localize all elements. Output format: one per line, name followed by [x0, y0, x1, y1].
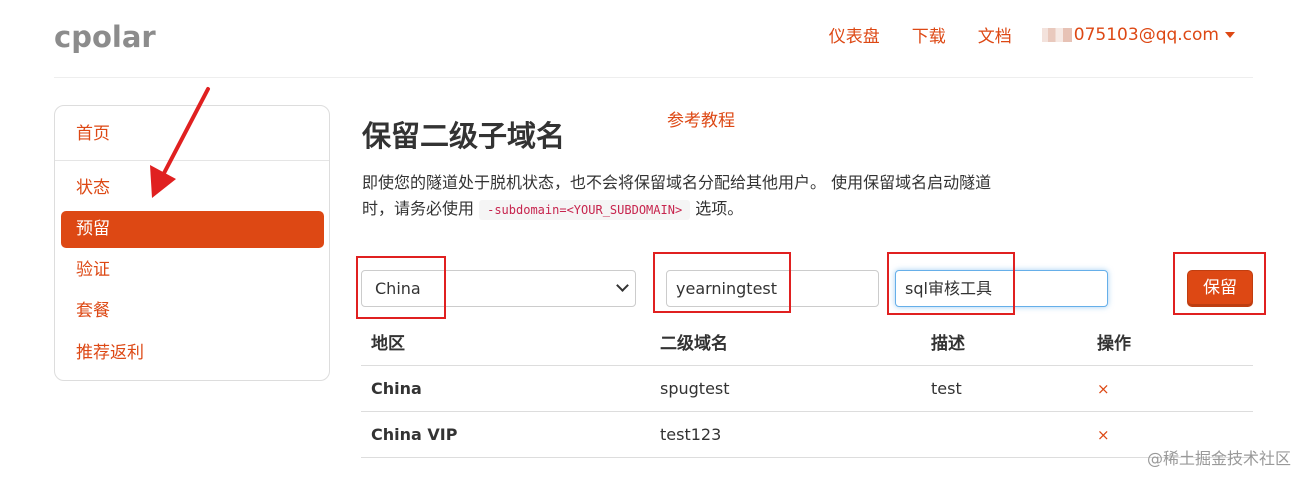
annotation-arrow-icon [150, 87, 210, 198]
cell-region: China VIP [371, 425, 458, 444]
cell-region: China [371, 379, 422, 398]
table-row: China spugtest test × [361, 366, 1253, 412]
sidebar-item-reserved[interactable]: 预留 [61, 211, 324, 248]
nav-dashboard[interactable]: 仪表盘 [829, 22, 880, 47]
tutorial-link[interactable]: 参考教程 [667, 106, 735, 131]
page-description: 即使您的隧道处于脱机状态，也不会将保留域名分配给其他用户。 使用保留域名启动隧道… [362, 170, 1062, 223]
nav-download[interactable]: 下载 [912, 22, 946, 47]
column-header-action: 操作 [1097, 334, 1131, 354]
highlight-box-save [1173, 252, 1266, 315]
description-text-3: 选项。 [695, 199, 744, 218]
column-header-subdomain: 二级域名 [660, 334, 728, 354]
description-text-2: 时，请务必使用 [362, 199, 475, 218]
delete-icon[interactable]: × [1097, 412, 1110, 458]
sidebar-item-verify[interactable]: 验证 [61, 252, 324, 289]
reserved-domains-table: 地区 二级域名 描述 操作 China spugtest test × Chin… [361, 322, 1253, 458]
cell-description: test [931, 379, 962, 398]
user-menu[interactable]: 075103@qq.com [1041, 24, 1235, 45]
sidebar-item-referral[interactable]: 推荐返利 [61, 335, 324, 372]
top-navigation: 仪表盘 下载 文档 075103@qq.com [797, 22, 1235, 47]
sidebar-item-plans[interactable]: 套餐 [61, 293, 324, 330]
highlight-box-subdomain [653, 252, 791, 313]
cell-subdomain: spugtest [660, 379, 730, 398]
delete-icon[interactable]: × [1097, 366, 1110, 412]
subdomain-code-snippet: -subdomain=<YOUR_SUBDOMAIN> [479, 200, 691, 220]
column-header-region: 地区 [371, 334, 405, 354]
header-divider [54, 77, 1253, 78]
column-header-description: 描述 [931, 334, 965, 354]
table-row: China VIP test123 × [361, 412, 1253, 458]
page-title: 保留二级子域名 [362, 119, 566, 153]
cpolar-logo[interactable]: cpolar [54, 20, 156, 54]
nav-docs[interactable]: 文档 [978, 22, 1012, 47]
highlight-box-region [356, 256, 446, 319]
description-text-1: 即使您的隧道处于脱机状态，也不会将保留域名分配给其他用户。 使用保留域名启动隧道 [362, 173, 992, 192]
cell-subdomain: test123 [660, 425, 722, 444]
chevron-down-icon [616, 279, 629, 292]
table-header-row: 地区 二级域名 描述 操作 [361, 322, 1253, 366]
redacted-email-prefix [1041, 27, 1072, 42]
caret-down-icon [1225, 31, 1235, 38]
watermark: @稀土掘金技术社区 [1146, 449, 1291, 468]
user-email: 075103@qq.com [1073, 24, 1219, 45]
highlight-box-description [887, 252, 1015, 315]
